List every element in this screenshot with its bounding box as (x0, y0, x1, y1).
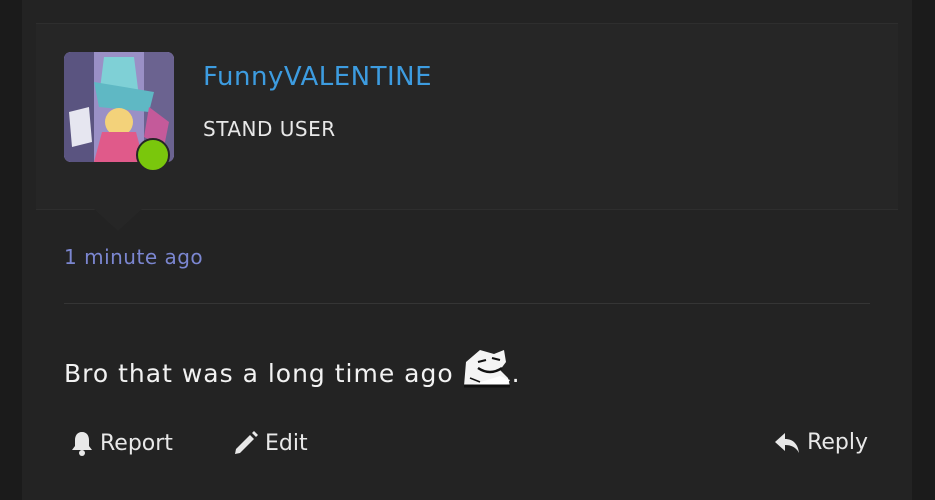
post-actions: Report Edit Reply (70, 430, 870, 470)
reply-label: Reply (807, 430, 868, 455)
edit-button[interactable]: Edit (233, 430, 308, 456)
smug-face-sticker (460, 348, 512, 394)
post-message: Bro that was a long time ago . (64, 348, 521, 394)
report-button[interactable]: Report (70, 430, 173, 456)
post-timestamp[interactable]: 1 minute ago (64, 245, 203, 269)
pencil-icon (233, 430, 259, 456)
message-text: Bro that was a long time ago (64, 359, 454, 388)
report-label: Report (100, 430, 173, 456)
divider (64, 303, 870, 304)
header-pointer (93, 208, 143, 231)
bell-icon (70, 430, 94, 456)
online-status-dot (136, 138, 170, 172)
reply-arrow-icon (773, 431, 801, 455)
username-link[interactable]: FunnyVALENTINE (203, 62, 432, 92)
message-trailing: . (511, 359, 521, 388)
reply-button[interactable]: Reply (773, 430, 868, 455)
user-title: STAND USER (203, 117, 336, 141)
edit-label: Edit (265, 430, 308, 456)
